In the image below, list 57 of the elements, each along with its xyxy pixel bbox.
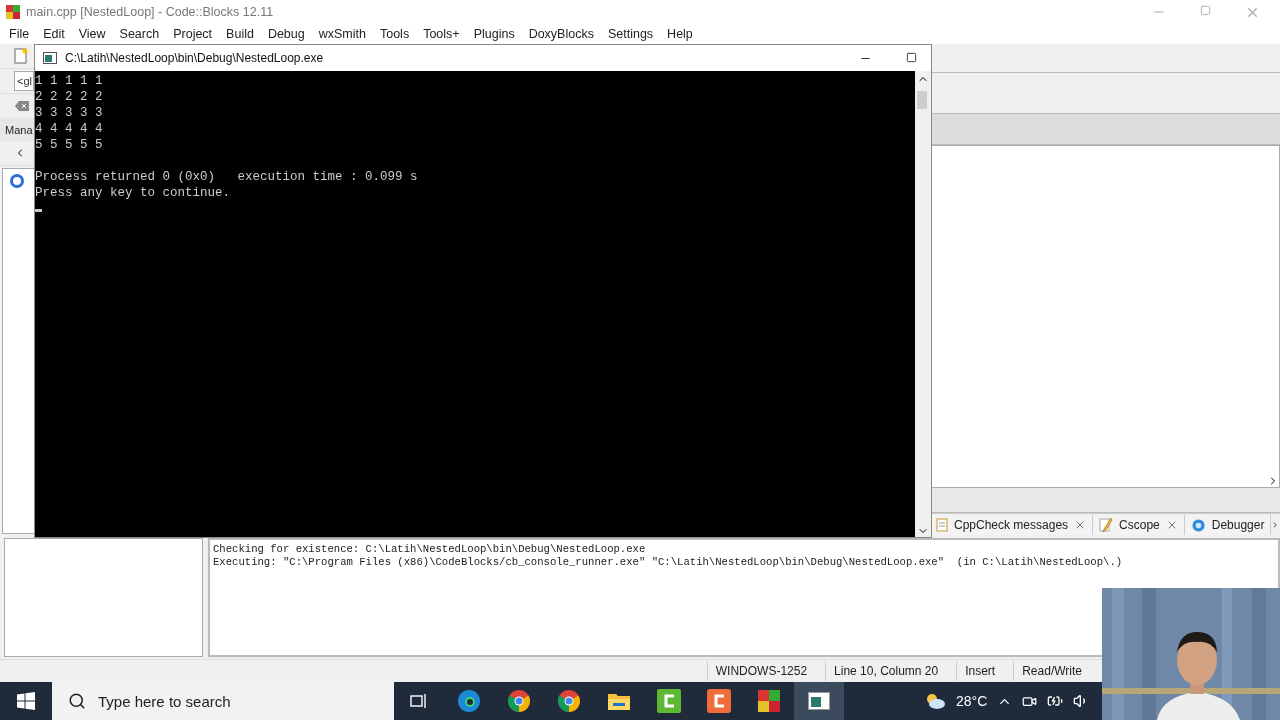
chrome-icon[interactable] — [557, 689, 581, 713]
console-line: 4 4 4 4 4 — [35, 121, 103, 137]
menu-item[interactable]: wxSmith — [311, 27, 373, 41]
new-file-icon[interactable] — [14, 48, 28, 64]
console-title: C:\Latih\NestedLoop\bin\Debug\NestedLoop.exe — [65, 51, 325, 65]
console-icon[interactable] — [808, 692, 830, 710]
app-logo-icon — [6, 5, 20, 19]
chrome-icon[interactable] — [507, 689, 531, 713]
menu-item[interactable]: Tools — [372, 27, 417, 41]
maximize-icon[interactable] — [906, 51, 917, 63]
workspace-icon — [9, 173, 25, 189]
temperature[interactable]: 28°C — [956, 693, 988, 709]
status-field: Insert — [956, 661, 1014, 681]
search-icon — [68, 692, 86, 710]
status-field: WINDOWS-1252 — [706, 661, 826, 681]
menu-item[interactable]: Project — [166, 27, 220, 41]
console-line: 5 5 5 5 5 — [35, 137, 103, 153]
notepad-icon — [936, 518, 948, 532]
console-line: 1 1 1 1 1 — [35, 73, 103, 89]
menu-item[interactable]: File — [2, 27, 37, 41]
console-line: Press any key to continue. — [35, 185, 231, 201]
clear-icon[interactable] — [14, 100, 30, 112]
menu-item[interactable]: Search — [112, 27, 167, 41]
battery-icon[interactable] — [1047, 693, 1064, 709]
browser-icon[interactable] — [457, 689, 481, 713]
menu-item[interactable]: Plugins — [466, 27, 522, 41]
scope-field[interactable]: <gl — [14, 71, 34, 91]
editor-icon[interactable] — [657, 689, 681, 713]
status-field: Read/Write — [1013, 661, 1100, 681]
log-line: Checking for existence: C:\Latih\NestedLoop\bin\Debug\NestedLoop.exe — [213, 543, 647, 556]
window-title: main.cpp [NestedLoop] - Code::Blocks 12.11 — [26, 5, 275, 19]
dock-tab[interactable]: Mana — [0, 119, 34, 141]
menu-item[interactable]: Help — [660, 27, 700, 41]
menu-item[interactable]: View — [71, 27, 113, 41]
recorder-icon[interactable] — [707, 689, 731, 713]
folder-icon[interactable] — [607, 691, 631, 711]
taskbar-search-field[interactable]: Type here to search — [52, 682, 394, 720]
gear-icon — [1190, 517, 1206, 533]
console-line: Process returned 0 (0x0) execution time : 0.099 s — [35, 169, 418, 185]
console-line: 2 2 2 2 2 — [35, 89, 103, 105]
menu-item[interactable]: Tools+ — [416, 27, 467, 41]
windows-start-icon[interactable] — [17, 692, 35, 710]
menu-item[interactable]: DoxyBlocks — [521, 27, 601, 41]
menu-item[interactable]: Debug — [260, 27, 312, 41]
console-line: 3 3 3 3 3 — [35, 105, 103, 121]
app-logo-icon[interactable] — [758, 690, 780, 712]
menu-item[interactable]: Settings — [600, 27, 661, 41]
pencil-icon — [1099, 517, 1114, 533]
task-view-icon[interactable] — [410, 693, 428, 709]
weather-icon[interactable] — [924, 693, 946, 709]
menu-item[interactable]: Edit — [36, 27, 72, 41]
menu-item[interactable]: Build — [219, 27, 261, 41]
text-cursor — [35, 209, 42, 212]
log-line: Executing: "C:\Program Files (x86)\CodeBlocks/cb_console_runner.exe" "C:\Latih\NestedLoop\bin\Debug\NestedLoop.exe" (in C:\Latih\NestedLoop\.) — [213, 556, 1124, 569]
scroll-thumb[interactable] — [917, 91, 927, 109]
console-icon — [43, 52, 57, 64]
status-field: Line 10, Column 20 — [825, 661, 957, 681]
